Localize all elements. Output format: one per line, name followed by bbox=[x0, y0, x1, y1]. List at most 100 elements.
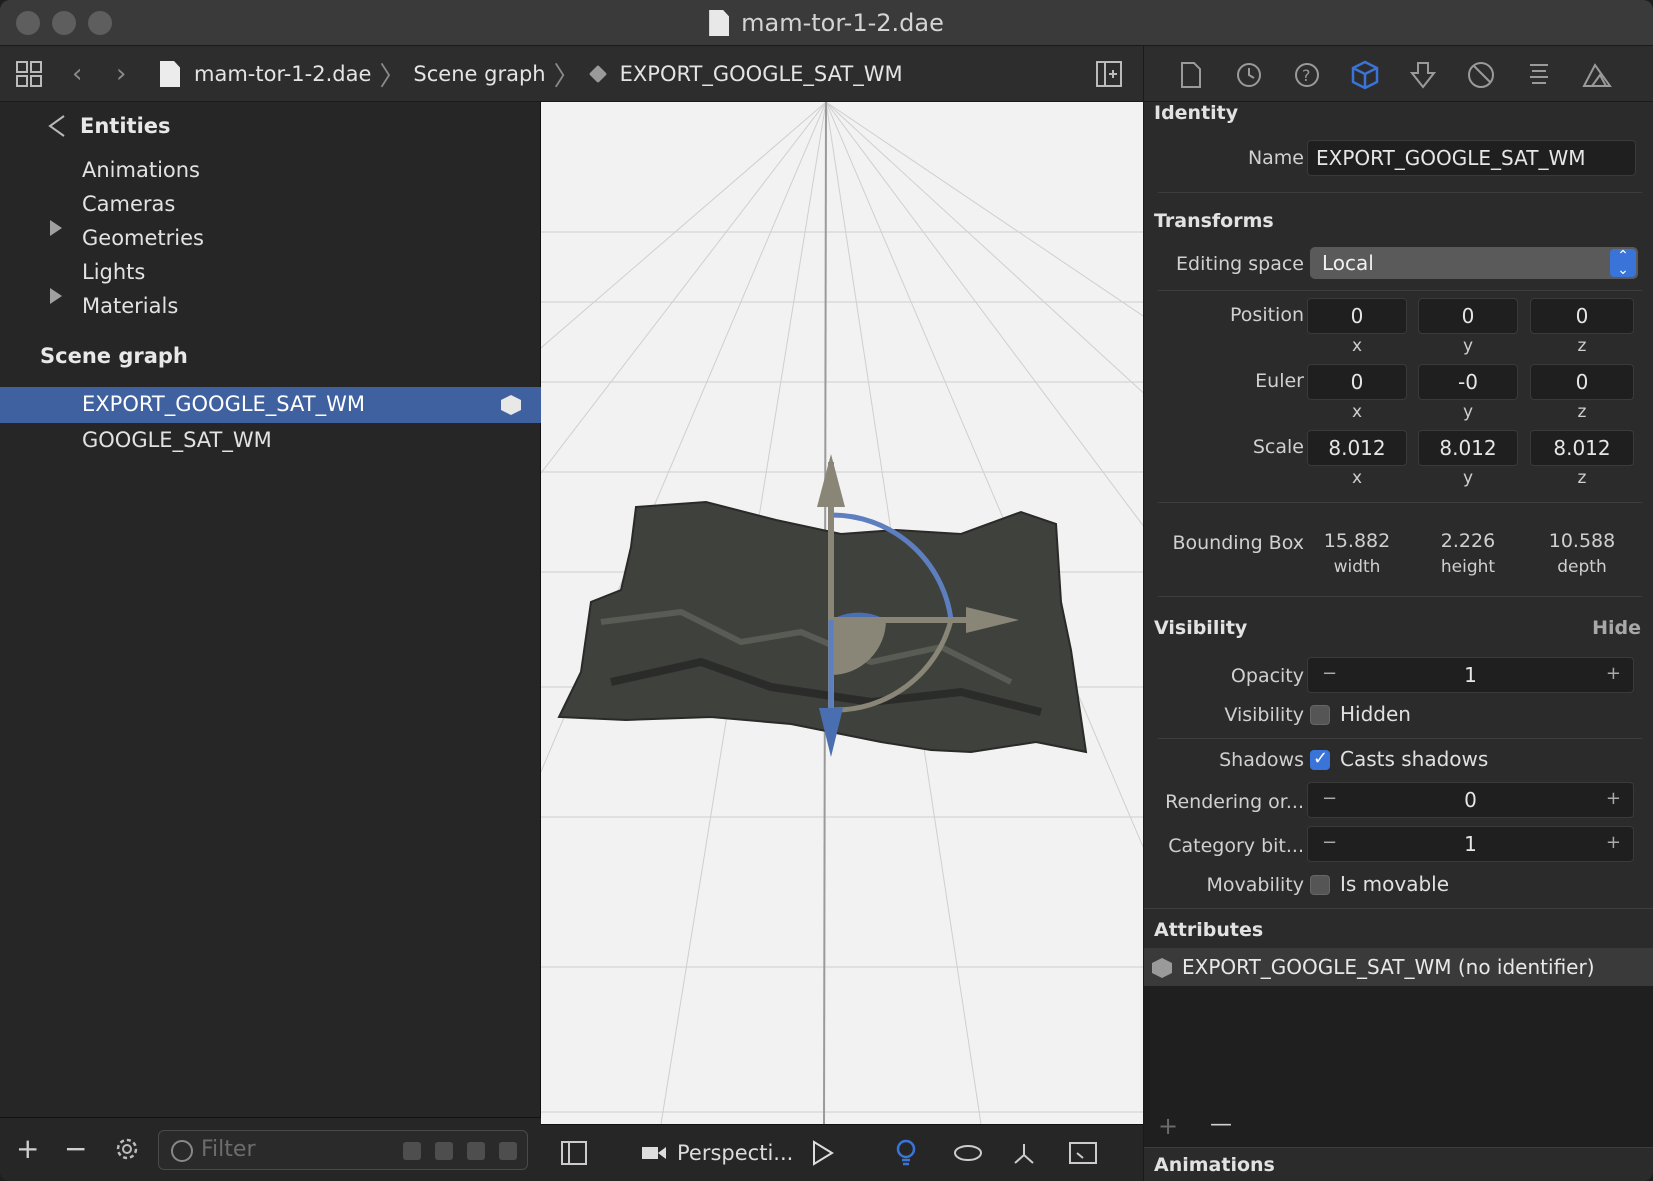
rendering-order-stepper[interactable]: − 0 + bbox=[1307, 782, 1634, 818]
entities-header[interactable]: Entities bbox=[80, 114, 171, 138]
toggle-inspector-icon[interactable] bbox=[1096, 46, 1122, 102]
attribute-label: EXPORT_GOOGLE_SAT_WM (no identifier) bbox=[1182, 955, 1595, 979]
entity-cameras[interactable]: Cameras bbox=[82, 192, 175, 216]
bbox-height-value: 2.226 bbox=[1440, 530, 1496, 552]
euler-z-field[interactable]: 0 bbox=[1530, 364, 1634, 400]
entity-lights[interactable]: Lights bbox=[82, 260, 145, 284]
increment-icon[interactable]: + bbox=[1606, 788, 1621, 809]
editing-space-popup[interactable]: Local ⌃ ⌄ bbox=[1310, 247, 1638, 279]
remove-attribute-button[interactable]: — bbox=[1210, 1112, 1232, 1137]
animations-header-row: Animations bbox=[1144, 1147, 1653, 1181]
add-node-button[interactable]: + bbox=[16, 1132, 39, 1165]
axis-x-label: x bbox=[1351, 468, 1363, 488]
scale-y-field[interactable]: 8.012 bbox=[1418, 430, 1518, 466]
translate-y-arrow[interactable] bbox=[817, 454, 845, 507]
sidebar-toggle-icon[interactable] bbox=[561, 1137, 587, 1169]
opacity-stepper[interactable]: − 1 + bbox=[1307, 657, 1634, 693]
scene-graph-header: Scene graph bbox=[40, 344, 188, 368]
entity-materials[interactable]: Materials bbox=[82, 294, 178, 318]
filter-toggles bbox=[403, 1142, 517, 1160]
divider bbox=[1158, 596, 1642, 597]
scene-node-label: EXPORT_GOOGLE_SAT_WM bbox=[82, 392, 365, 416]
position-x-field[interactable]: 0 bbox=[1307, 298, 1407, 334]
filter-cameras-icon[interactable] bbox=[435, 1142, 453, 1160]
bbox-depth-label: depth bbox=[1557, 557, 1607, 577]
frame-icon[interactable] bbox=[1069, 1137, 1097, 1169]
title-bar: mam-tor-1-2.dae bbox=[0, 0, 1653, 46]
add-attribute-button[interactable]: + bbox=[1158, 1112, 1178, 1140]
breadcrumb-separator-icon: 〉 bbox=[379, 61, 406, 92]
node-cube-icon bbox=[501, 395, 521, 415]
file-icon bbox=[160, 61, 180, 87]
scene-inspector-icon[interactable] bbox=[1582, 60, 1612, 90]
remove-node-button[interactable]: − bbox=[64, 1132, 87, 1165]
name-label: Name bbox=[1247, 147, 1304, 169]
attributes-inspector-icon[interactable] bbox=[1408, 60, 1438, 90]
hidden-checkbox[interactable] bbox=[1310, 705, 1330, 725]
entity-geometries[interactable]: Geometries bbox=[82, 226, 204, 250]
scene-node-row[interactable]: GOOGLE_SAT_WM bbox=[82, 428, 272, 452]
filter-geometry-icon[interactable] bbox=[467, 1142, 485, 1160]
breadcrumb-node[interactable]: EXPORT_GOOGLE_SAT_WM bbox=[620, 62, 903, 86]
entity-animations[interactable]: Animations bbox=[82, 158, 200, 182]
history-inspector-icon[interactable] bbox=[1234, 60, 1264, 90]
filter-nodes-icon[interactable] bbox=[499, 1142, 517, 1160]
scene-node-row[interactable]: EXPORT_GOOGLE_SAT_WM bbox=[0, 387, 541, 423]
disclosure-triangle-icon[interactable] bbox=[50, 288, 62, 304]
play-icon[interactable] bbox=[811, 1137, 835, 1169]
editing-space-value: Local bbox=[1322, 251, 1374, 275]
hide-section-button[interactable]: Hide bbox=[1592, 617, 1641, 639]
increment-icon[interactable]: + bbox=[1606, 832, 1621, 853]
axis-z-label: z bbox=[1577, 402, 1587, 422]
movability-label: Movability bbox=[1206, 874, 1305, 896]
breadcrumb-section[interactable]: Scene graph bbox=[413, 62, 545, 86]
scene-viewport[interactable] bbox=[541, 102, 1143, 1124]
axis-y-label: y bbox=[1462, 402, 1474, 422]
camera-selector[interactable]: Perspecti... bbox=[641, 1137, 793, 1169]
euler-x-field[interactable]: 0 bbox=[1307, 364, 1407, 400]
disclosure-triangle-icon[interactable] bbox=[50, 220, 62, 236]
is-movable-checkbox[interactable] bbox=[1310, 875, 1330, 895]
file-inspector-icon[interactable] bbox=[1176, 60, 1206, 90]
opacity-label: Opacity bbox=[1230, 665, 1304, 687]
axes-icon[interactable] bbox=[1011, 1137, 1037, 1169]
position-y-field[interactable]: 0 bbox=[1418, 298, 1518, 334]
help-inspector-icon[interactable]: ? bbox=[1292, 60, 1322, 90]
forward-icon[interactable]: › bbox=[116, 46, 126, 102]
sidebar: Entities Animations Cameras Geometries L… bbox=[0, 102, 541, 1181]
hidden-checkbox-label: Hidden bbox=[1340, 702, 1411, 726]
bbox-depth-value: 10.588 bbox=[1548, 530, 1616, 552]
app-window: mam-tor-1-2.dae ‹ › mam-tor-1-2.dae 〉 Sc… bbox=[0, 0, 1653, 1181]
casts-shadows-checkbox[interactable] bbox=[1310, 748, 1330, 770]
grid-icon[interactable] bbox=[16, 46, 42, 102]
bbox-width-value: 15.882 bbox=[1323, 530, 1391, 552]
scale-x-field[interactable]: 8.012 bbox=[1307, 430, 1407, 466]
filter-lights-icon[interactable] bbox=[403, 1142, 421, 1160]
position-z-field[interactable]: 0 bbox=[1530, 298, 1634, 334]
animations-header: Animations bbox=[1154, 1154, 1275, 1176]
category-bitmask-label: Category bit... bbox=[1168, 835, 1304, 857]
material-inspector-icon[interactable] bbox=[1466, 60, 1496, 90]
euler-y-field[interactable]: -0 bbox=[1418, 364, 1518, 400]
breadcrumb-file[interactable]: mam-tor-1-2.dae bbox=[194, 62, 371, 86]
gear-icon[interactable] bbox=[112, 1134, 142, 1168]
node-inspector-icon[interactable] bbox=[1350, 60, 1380, 90]
toolbar: ‹ › mam-tor-1-2.dae 〉 Scene graph 〉 EXPO… bbox=[0, 46, 1143, 102]
scale-z-field[interactable]: 8.012 bbox=[1530, 430, 1634, 466]
name-field[interactable]: EXPORT_GOOGLE_SAT_WM bbox=[1307, 140, 1636, 176]
attributes-footer: + — bbox=[1144, 1110, 1653, 1147]
orbit-icon[interactable] bbox=[953, 1137, 983, 1169]
filter-field[interactable]: Filter bbox=[158, 1130, 528, 1170]
attributes-list[interactable] bbox=[1144, 986, 1653, 1110]
physics-inspector-icon[interactable] bbox=[1524, 60, 1554, 90]
divider bbox=[1158, 738, 1642, 739]
attribute-row[interactable]: EXPORT_GOOGLE_SAT_WM (no identifier) bbox=[1144, 948, 1653, 986]
lightbulb-icon[interactable] bbox=[893, 1137, 919, 1169]
category-bitmask-value: 1 bbox=[1464, 832, 1477, 856]
increment-icon[interactable]: + bbox=[1606, 663, 1621, 684]
back-icon[interactable]: ‹ bbox=[72, 46, 82, 102]
category-bitmask-stepper[interactable]: − 1 + bbox=[1307, 826, 1634, 862]
shadows-label: Shadows bbox=[1219, 749, 1304, 771]
is-movable-label: Is movable bbox=[1340, 872, 1450, 896]
scene-canvas[interactable] bbox=[541, 102, 1143, 1124]
